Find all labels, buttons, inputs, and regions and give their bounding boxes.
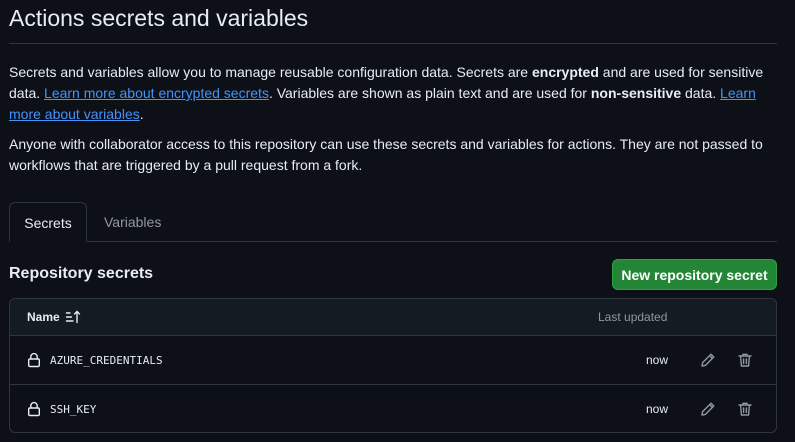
- secrets-table: Name Last updated AZURE_CREDENTIALS now …: [9, 298, 777, 433]
- sort-ascending-icon[interactable]: [65, 310, 81, 329]
- intro-text-4: data.: [681, 85, 721, 101]
- pencil-icon[interactable]: [700, 401, 716, 422]
- tab-variables[interactable]: Variables: [104, 202, 161, 242]
- last-updated-column-header: Last updated: [598, 310, 668, 324]
- secret-name: SSH_KEY: [50, 403, 97, 416]
- settings-content: Actions secrets and variables Secrets an…: [9, 0, 777, 433]
- lock-icon: [27, 401, 41, 422]
- pencil-icon[interactable]: [700, 352, 716, 373]
- page-title: Actions secrets and variables: [9, 0, 777, 44]
- repository-secrets-heading: Repository secrets: [9, 265, 154, 282]
- intro-paragraph: Secrets and variables allow you to manag…: [9, 62, 777, 125]
- intro-text-3: . Variables are shown as plain text and …: [268, 85, 591, 101]
- tab-secrets[interactable]: Secrets: [9, 202, 87, 242]
- intro-bold-encrypted: encrypted: [531, 64, 599, 80]
- name-column-header[interactable]: Name: [27, 299, 60, 336]
- table-row: SSH_KEY now: [10, 385, 776, 432]
- new-repository-secret-button[interactable]: New repository secret: [612, 259, 777, 290]
- trash-icon[interactable]: [737, 401, 753, 422]
- intro-bold-non-sensitive: non-sensitive: [590, 85, 682, 101]
- collaborator-note: Anyone with collaborator access to this …: [9, 136, 763, 173]
- tab-bar: Secrets Variables: [9, 202, 777, 242]
- table-row: AZURE_CREDENTIALS now: [10, 336, 776, 385]
- secret-updated: now: [646, 402, 669, 416]
- table-header: Name Last updated: [10, 299, 776, 336]
- learn-more-secrets-link[interactable]: Learn more about encrypted secrets: [44, 85, 269, 101]
- intro-text-1: Secrets and variables allow you to manag…: [9, 64, 532, 80]
- lock-icon: [27, 352, 41, 373]
- secret-updated: now: [646, 353, 669, 367]
- secret-name: AZURE_CREDENTIALS: [50, 354, 163, 367]
- trash-icon[interactable]: [737, 352, 753, 373]
- intro-text-5: .: [139, 106, 144, 122]
